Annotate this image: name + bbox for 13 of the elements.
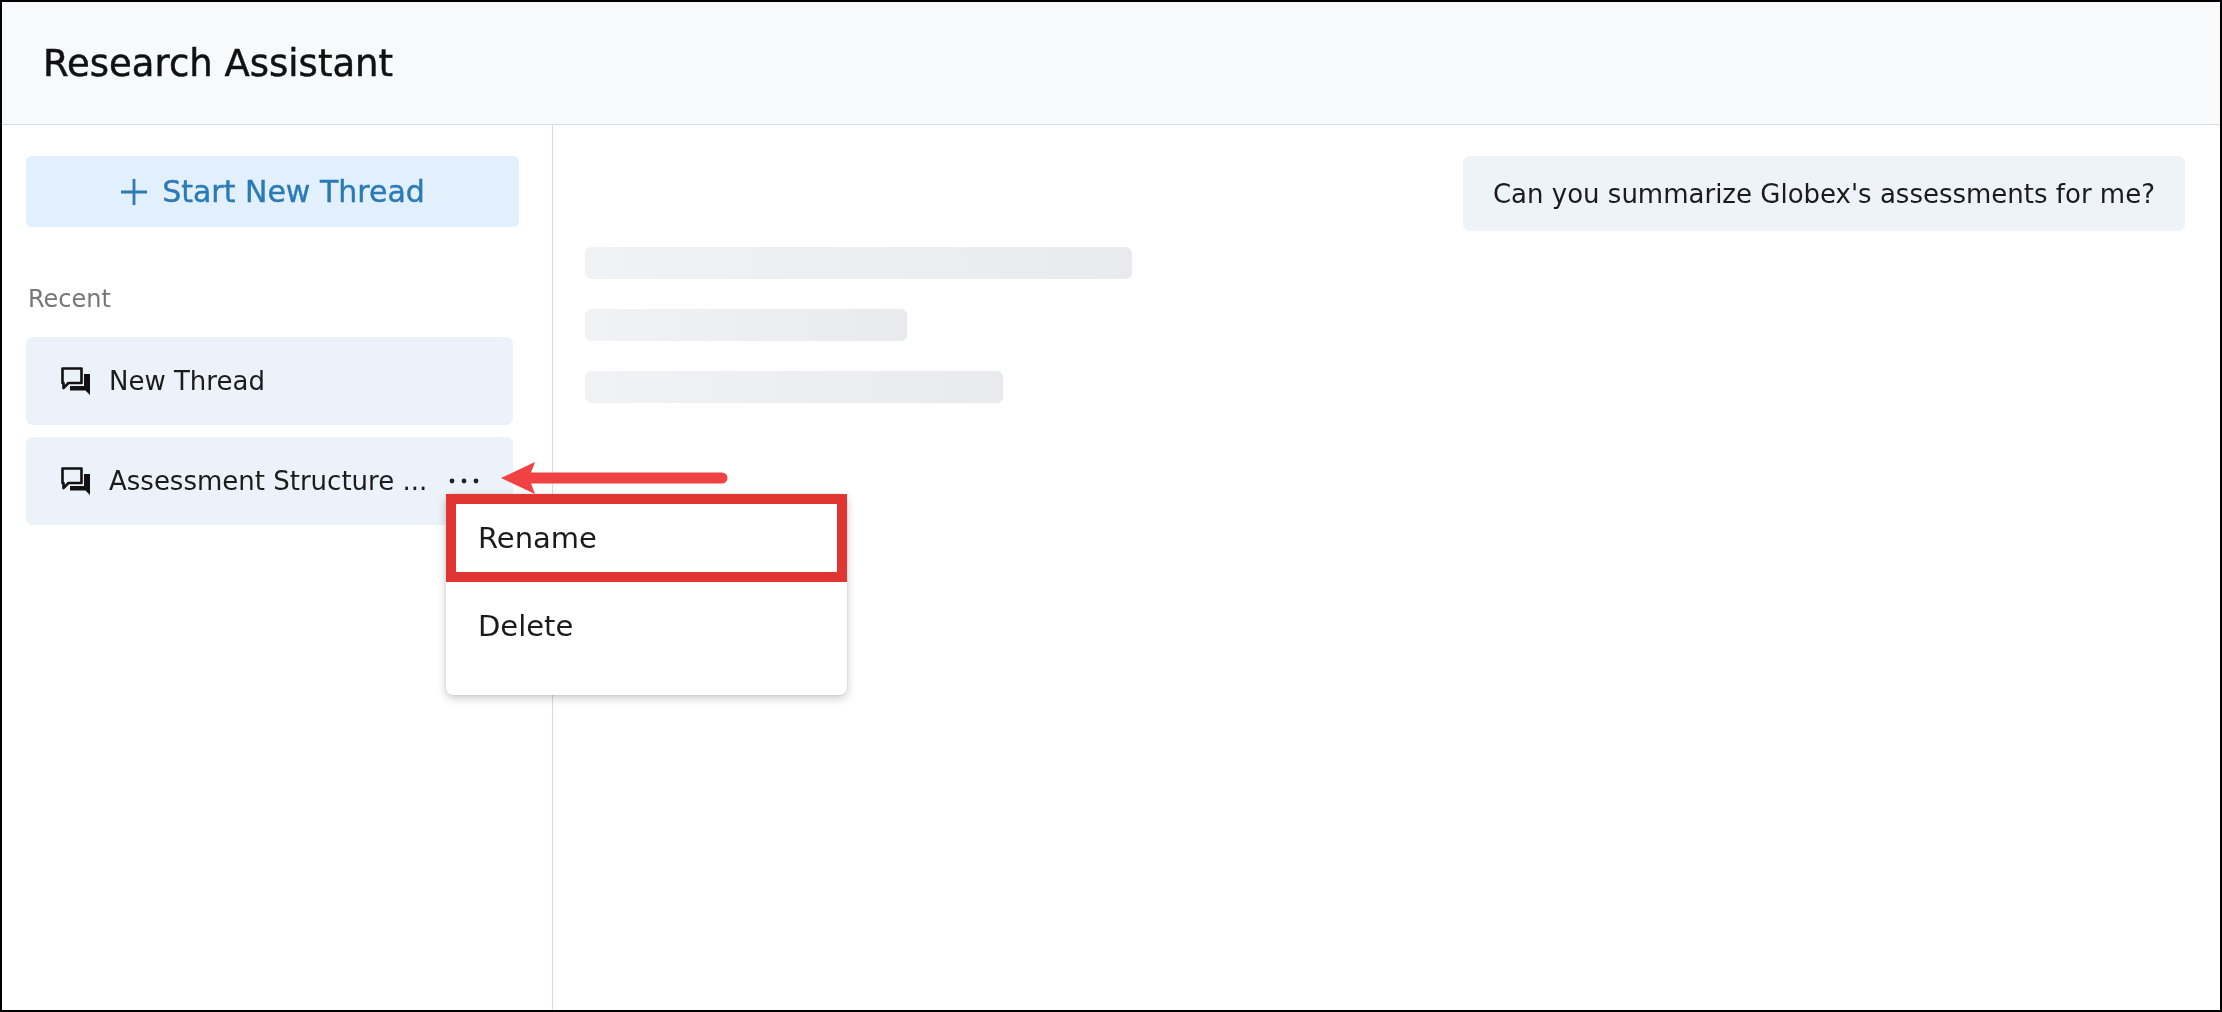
more-options-button[interactable]: [449, 477, 479, 485]
section-label: Recent: [28, 285, 112, 313]
chat-bubbles-icon: [60, 466, 92, 496]
more-icon: [449, 478, 479, 484]
start-new-thread-button[interactable]: Start New Thread: [26, 156, 519, 227]
user-message-bubble: Can you summarize Globex's assessments for me?: [1462, 156, 2185, 231]
thread-item[interactable]: New Thread: [26, 337, 513, 425]
chat-bubbles-icon: [60, 366, 92, 396]
menu-item[interactable]: Rename: [446, 494, 847, 582]
plus-icon: [120, 177, 149, 206]
thread-item[interactable]: Assessment Structure ...: [26, 437, 513, 525]
menu-item[interactable]: Delete: [446, 582, 847, 670]
app-title: Research Assistant: [43, 41, 394, 85]
